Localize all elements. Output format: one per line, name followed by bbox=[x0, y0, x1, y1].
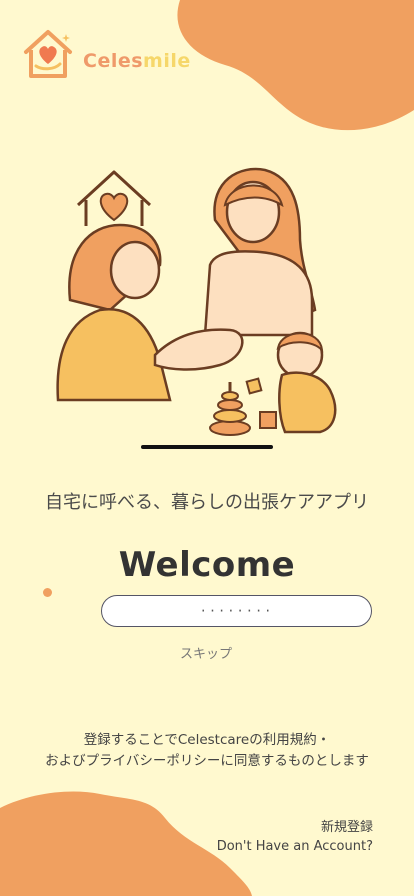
terms-notice: 登録することでCelestcareの利用規約・ およびプライバシーポリシーに同意… bbox=[0, 730, 414, 772]
tagline: 自宅に呼べる、暮らしの出張ケアアプリ bbox=[45, 492, 369, 513]
signup-link[interactable]: 新規登録 Don't Have an Account? bbox=[217, 818, 373, 856]
brand-name: Celesmile bbox=[83, 50, 191, 72]
login-input[interactable] bbox=[101, 595, 372, 627]
top-right-blob bbox=[177, 0, 414, 131]
signup-label-ja[interactable]: 新規登録 bbox=[217, 818, 373, 837]
welcome-heading: Welcome bbox=[118, 545, 296, 585]
divider-bar bbox=[141, 445, 273, 449]
care-illustration bbox=[56, 167, 337, 436]
home-heart-logo-icon bbox=[24, 30, 72, 78]
signup-label-en[interactable]: Don't Have an Account? bbox=[217, 837, 373, 856]
terms-line-1: 登録することでCelestcareの利用規約・ bbox=[83, 732, 331, 748]
skip-link[interactable]: スキップ bbox=[180, 643, 232, 662]
decorative-dot bbox=[43, 588, 52, 597]
terms-line-2: およびプライバシーポリシーに同意するものとします bbox=[45, 753, 369, 769]
